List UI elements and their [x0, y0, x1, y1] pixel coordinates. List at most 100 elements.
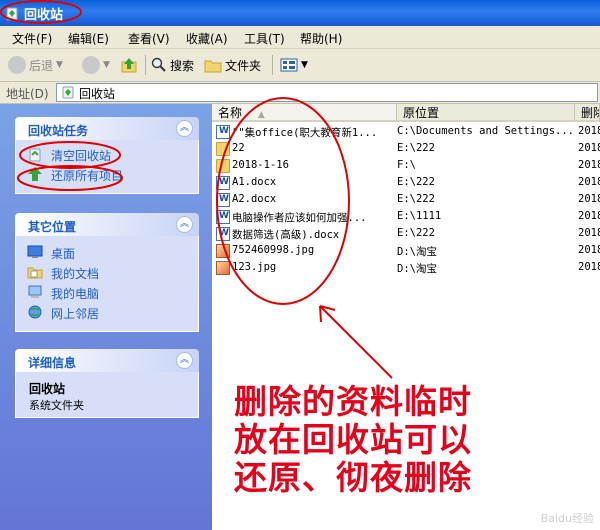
file-name: 752460998.jpg: [232, 244, 315, 256]
address-label: 地址(D): [6, 87, 49, 101]
panel-body: 回收站 系统文件夹: [15, 372, 199, 418]
search-button[interactable]: 搜索: [151, 55, 194, 75]
doc-icon: [216, 193, 230, 207]
folder-icon: [216, 142, 230, 156]
back-arrow-icon: [8, 56, 26, 74]
back-label: 后退: [29, 58, 54, 73]
file-row[interactable]: 22 E:\222 2018: [212, 141, 600, 158]
panel-header[interactable]: 其它位置 ︽: [15, 213, 199, 236]
panel-header[interactable]: 详细信息 ︽: [15, 349, 199, 372]
panel-body: 桌面 我的文档 我的电脑 网上邻居: [15, 236, 199, 332]
menu-help[interactable]: 帮助(H): [300, 30, 342, 47]
place-my-computer[interactable]: 我的电脑: [16, 282, 198, 302]
sort-arrow-icon: ▲: [257, 110, 265, 120]
file-name: A1.docx: [232, 176, 277, 188]
file-original-location: E:\222: [397, 142, 435, 154]
panel-title: 其它位置: [28, 220, 77, 234]
file-row[interactable]: ""集office(职大教育新1... C:\Documents and Sett…: [212, 124, 600, 141]
menu-bar: 文件(F) 编辑(E) 查看(V) 收藏(A) 工具(T) 帮助(H): [0, 26, 600, 49]
file-delete-date: 2018: [578, 227, 600, 239]
file-original-location: E:\222: [397, 176, 435, 188]
file-row[interactable]: 数据筛选(高级).docx E:\222 2018: [212, 226, 600, 243]
recycle-bin-tasks-panel: 回收站任务 ︽ 清空回收站 还原所有项目: [15, 117, 199, 194]
file-delete-date: 2018: [578, 142, 600, 154]
link-label: 我的电脑: [51, 287, 100, 301]
file-original-location: D:\淘宝: [397, 263, 437, 275]
file-row[interactable]: 电脑操作者应该如何加强... E:\1111 2018: [212, 209, 600, 226]
address-field[interactable]: 回收站: [56, 83, 598, 102]
toolbar: 后退 ▼ ▼ 搜索 文件夹 ▼: [0, 49, 600, 82]
annotation-line-3: 还原、彻夜删除: [234, 458, 472, 497]
place-my-documents[interactable]: 我的文档: [16, 262, 198, 282]
place-network[interactable]: 网上邻居: [16, 302, 198, 322]
folder-icon: [204, 60, 222, 73]
empty-bin-icon: [29, 148, 41, 162]
column-header-name[interactable]: 名称 ▲: [212, 104, 397, 122]
file-delete-date: 2018: [578, 125, 600, 137]
file-row[interactable]: 123.jpg D:\淘宝 2018: [212, 260, 600, 277]
address-value: 回收站: [79, 87, 116, 101]
views-button[interactable]: ▼: [280, 55, 308, 75]
file-row[interactable]: A2.docx E:\222 2018: [212, 192, 600, 209]
panel-header[interactable]: 回收站任务 ︽: [15, 117, 199, 140]
menu-view[interactable]: 查看(V): [128, 30, 170, 47]
file-original-location: F:\: [397, 159, 416, 171]
file-delete-date: 2018: [578, 176, 600, 188]
details-name: 回收站: [29, 382, 66, 396]
link-label: 网上邻居: [51, 307, 100, 321]
file-name: 电脑操作者应该如何加强...: [232, 212, 367, 224]
file-delete-date: 2018: [578, 261, 600, 273]
task-pane: 回收站任务 ︽ 清空回收站 还原所有项目 其它位置 ︽ 桌面 我的文档 我的电脑…: [0, 104, 212, 530]
views-icon: [280, 58, 298, 72]
column-header-date[interactable]: 删除: [575, 104, 600, 122]
forward-arrow-icon: [82, 56, 100, 74]
doc-icon: [216, 227, 230, 241]
doc-icon: [216, 125, 230, 139]
file-name: 123.jpg: [232, 261, 277, 273]
file-row[interactable]: A1.docx E:\222 2018: [212, 175, 600, 192]
desktop-icon: [27, 245, 43, 258]
chevron-down-icon: ▼: [56, 60, 63, 70]
search-icon: [151, 57, 166, 72]
file-delete-date: 2018: [578, 210, 600, 222]
doc-icon: [216, 210, 230, 224]
column-header-location[interactable]: 原位置: [397, 104, 575, 122]
annotation-line-1: 删除的资料临时: [234, 382, 472, 421]
folder-icon: [216, 159, 230, 173]
collapse-icon[interactable]: ︽: [176, 120, 193, 137]
toolbar-separator: [272, 55, 273, 75]
folders-button[interactable]: 文件夹: [204, 55, 261, 75]
column-label: 删除: [581, 106, 599, 120]
file-delete-date: 2018: [578, 244, 600, 256]
collapse-icon[interactable]: ︽: [176, 216, 193, 233]
folders-label: 文件夹: [225, 58, 262, 73]
details-type: 系统文件夹: [29, 399, 84, 412]
menu-file[interactable]: 文件(F): [12, 30, 52, 47]
place-desktop[interactable]: 桌面: [16, 242, 198, 262]
back-button[interactable]: 后退 ▼: [8, 55, 63, 75]
menu-edit[interactable]: 编辑(E): [68, 30, 109, 47]
doc-icon: [216, 176, 230, 190]
menu-tools[interactable]: 工具(T): [244, 30, 285, 47]
collapse-icon[interactable]: ︽: [176, 352, 193, 369]
file-row[interactable]: 752460998.jpg D:\淘宝 2018: [212, 243, 600, 260]
menu-favorites[interactable]: 收藏(A): [186, 30, 228, 47]
link-label: 桌面: [51, 247, 76, 261]
restore-all-link[interactable]: 还原所有项目: [16, 164, 198, 184]
column-label: 原位置: [403, 106, 440, 120]
file-name: 22: [232, 142, 245, 154]
link-label: 清空回收站: [51, 149, 112, 163]
file-row[interactable]: 2018-1-16 F:\ 2018: [212, 158, 600, 175]
column-label: 名称: [218, 106, 243, 120]
up-folder-button[interactable]: [120, 55, 138, 75]
address-bar: 地址(D) 回收站: [0, 82, 600, 104]
empty-recycle-bin-link[interactable]: 清空回收站: [16, 144, 198, 164]
file-name: ""集office(职大教育新1...: [232, 127, 378, 139]
network-icon: [28, 305, 42, 319]
panel-title: 回收站任务: [28, 124, 89, 138]
file-name: 2018-1-16: [232, 159, 289, 171]
file-name: 数据筛选(高级).docx: [232, 229, 340, 241]
file-name: A2.docx: [232, 193, 277, 205]
file-original-location: C:\Documents and Settings...: [397, 125, 575, 137]
forward-button[interactable]: ▼: [82, 55, 110, 75]
